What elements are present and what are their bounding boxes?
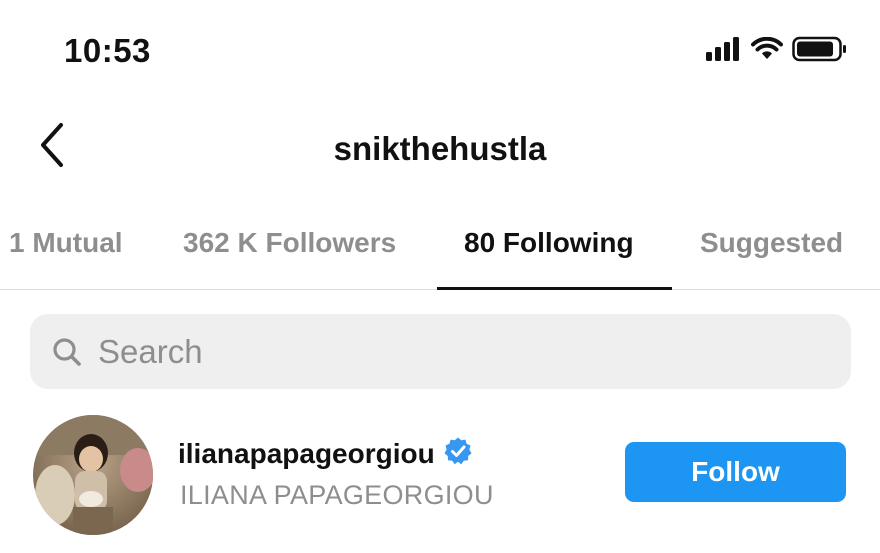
active-tab-indicator <box>437 287 672 290</box>
tab-following[interactable]: 80 Following <box>464 212 634 290</box>
cellular-signal-icon <box>706 37 742 66</box>
search-bar[interactable] <box>30 314 851 389</box>
status-time: 10:53 <box>64 32 151 69</box>
battery-icon <box>792 36 848 67</box>
username: ilianapapageorgiou <box>178 437 435 469</box>
avatar[interactable] <box>33 415 153 535</box>
status-icons <box>706 36 848 67</box>
follow-button[interactable]: Follow <box>625 442 846 502</box>
search-input[interactable] <box>98 332 798 371</box>
tab-suggested[interactable]: Suggested <box>700 212 843 290</box>
page-title: snikthehustla <box>333 130 547 167</box>
search-icon <box>50 335 84 369</box>
tab-bar: 1 Mutual 362 K Followers 80 Following Su… <box>0 212 880 290</box>
full-name: ILIANA PAPAGEORGIOU <box>180 480 494 510</box>
wifi-icon <box>751 36 783 66</box>
tab-mutual[interactable]: 1 Mutual <box>9 212 123 290</box>
tab-followers[interactable]: 362 K Followers <box>183 212 396 290</box>
list-item[interactable]: ilianapapageorgiou ILIANA PAPAGEORGIOU F… <box>0 410 880 540</box>
verified-badge-icon <box>443 436 473 471</box>
username-link[interactable]: ilianapapageorgiou <box>178 436 473 471</box>
